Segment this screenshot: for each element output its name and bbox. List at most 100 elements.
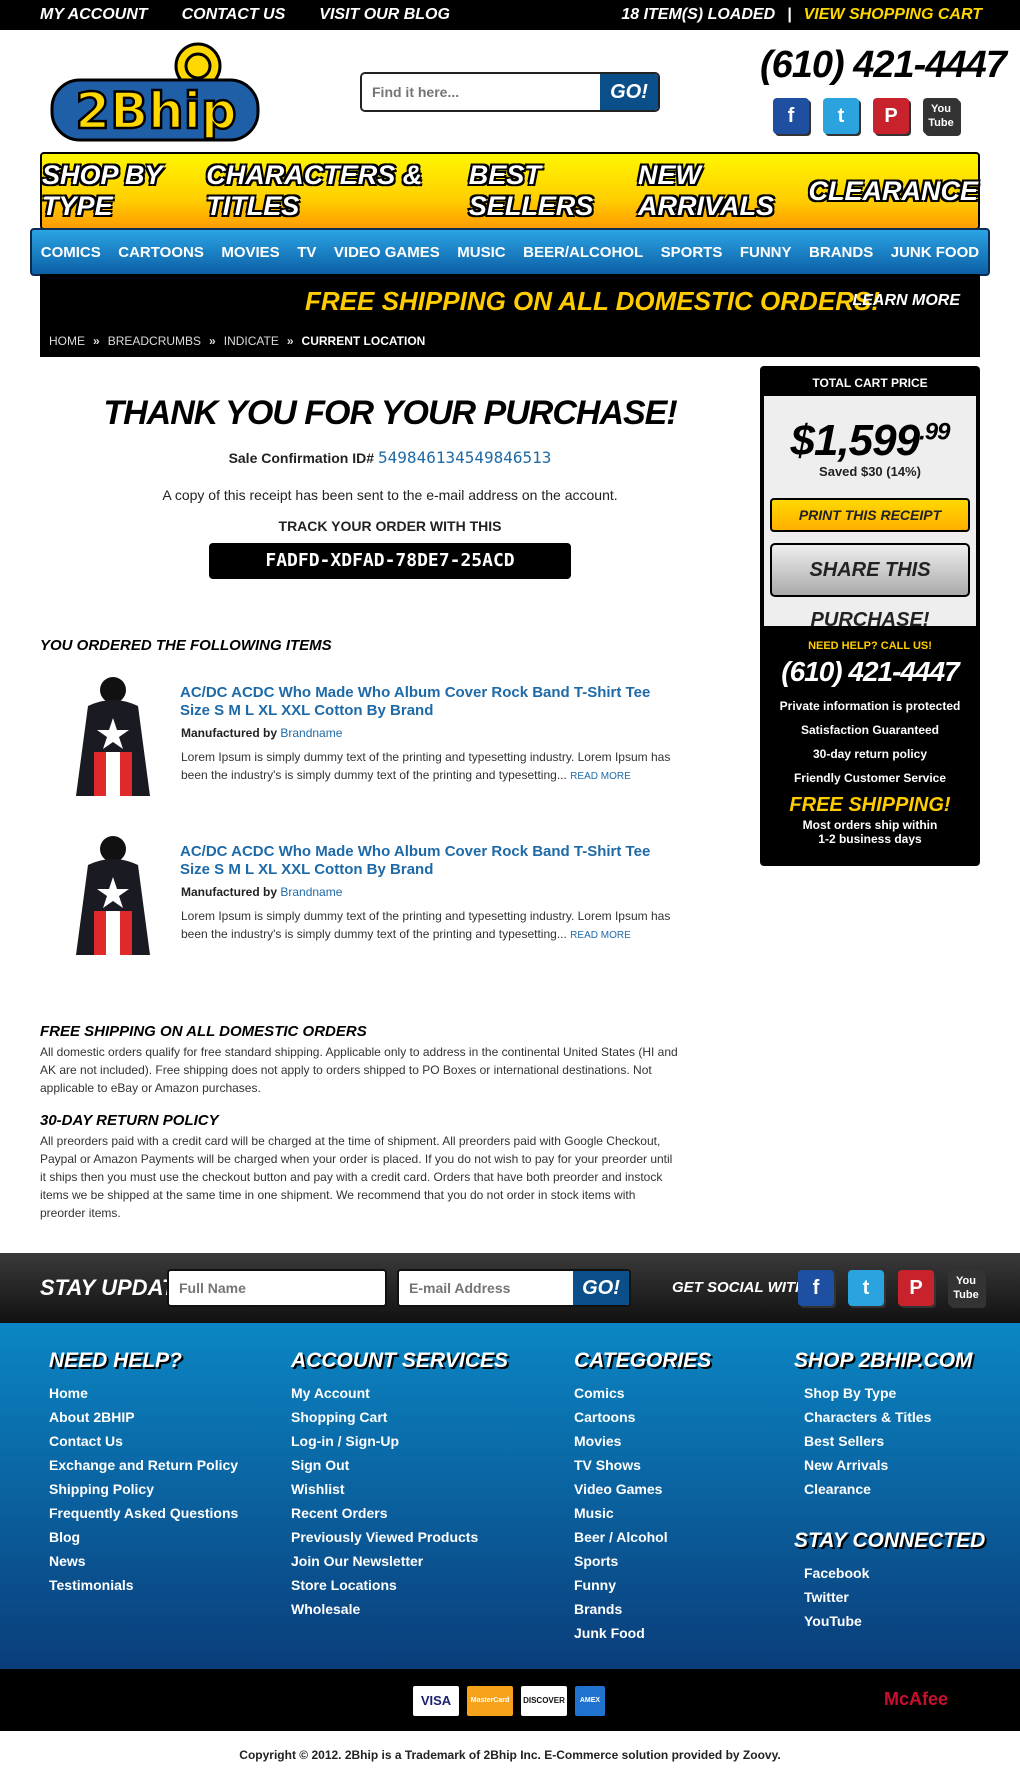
mastercard-icon: MasterCard: [467, 1686, 513, 1716]
read-more-link[interactable]: READ MORE: [570, 930, 631, 941]
visit-blog-link[interactable]: VISIT OUR BLOG: [319, 6, 450, 24]
cat-comics[interactable]: COMICS: [41, 244, 101, 261]
footer-link[interactable]: Comics: [574, 1381, 711, 1405]
print-receipt-button[interactable]: PRINT THIS RECEIPT: [770, 498, 970, 532]
footer-link[interactable]: Wishlist: [291, 1477, 508, 1501]
footer-link[interactable]: Movies: [574, 1429, 711, 1453]
footer-link[interactable]: Join Our Newsletter: [291, 1549, 508, 1573]
footer-link[interactable]: Testimonials: [49, 1573, 238, 1597]
footer-link[interactable]: Store Locations: [291, 1573, 508, 1597]
footer-heading: CATEGORIES: [574, 1349, 712, 1372]
cat-sports[interactable]: SPORTS: [661, 244, 723, 261]
footer-link[interactable]: Shop By Type: [794, 1381, 973, 1405]
footer-link[interactable]: Home: [49, 1381, 238, 1405]
my-account-link[interactable]: MY ACCOUNT: [40, 6, 148, 24]
facebook-icon[interactable]: f: [798, 1270, 834, 1306]
cat-movies[interactable]: MOVIES: [221, 244, 279, 261]
breadcrumb: HOME » BREADCRUMBS » INDICATE » CURRENT LOCATI…: [40, 326, 980, 357]
share-purchase-button[interactable]: SHARE THIS PURCHASE!: [770, 543, 970, 631]
nav-new-arrivals[interactable]: NEW ARRIVALS: [638, 160, 808, 222]
pinterest-icon[interactable]: P: [873, 98, 909, 134]
breadcrumb-home[interactable]: HOME: [49, 334, 85, 348]
footer-link[interactable]: Clearance: [794, 1477, 973, 1501]
footer-link[interactable]: Sports: [574, 1549, 711, 1573]
footer-link[interactable]: Log-in / Sign-Up: [291, 1429, 508, 1453]
product-image[interactable]: [68, 676, 158, 804]
cat-music[interactable]: MUSIC: [457, 244, 505, 261]
footer-link[interactable]: TV Shows: [574, 1453, 711, 1477]
footer-link[interactable]: My Account: [291, 1381, 508, 1405]
search-go-button[interactable]: GO!: [600, 74, 658, 110]
footer-link[interactable]: Facebook: [794, 1561, 985, 1585]
nav-shop-by-type[interactable]: SHOP BY TYPE: [42, 160, 206, 222]
footer-link[interactable]: Exchange and Return Policy: [49, 1453, 238, 1477]
nav-best-sellers[interactable]: BEST SELLERS: [469, 160, 638, 222]
breadcrumb-item[interactable]: BREADCRUMBS: [108, 334, 201, 348]
cat-brands[interactable]: BRANDS: [809, 244, 873, 261]
confirmation-line: Sale Confirmation ID# 549846134549846513: [40, 448, 740, 467]
footer-link[interactable]: Brands: [574, 1597, 711, 1621]
footer-link[interactable]: Frequently Asked Questions: [49, 1501, 238, 1525]
confirmation-id: 549846134549846513: [378, 448, 552, 467]
footer-link[interactable]: News: [49, 1549, 238, 1573]
view-cart-link[interactable]: VIEW SHOPPING CART: [804, 6, 982, 24]
cat-beer-alcohol[interactable]: BEER/ALCOHOL: [523, 244, 643, 261]
youtube-icon[interactable]: You Tube: [923, 98, 959, 134]
nav-clearance[interactable]: CLEARANCE: [808, 176, 978, 207]
logo[interactable]: 2Bhip: [48, 40, 266, 144]
learn-more-link[interactable]: LEARN MORE: [852, 292, 960, 310]
facebook-icon[interactable]: f: [773, 98, 809, 134]
footer-link[interactable]: Twitter: [794, 1585, 985, 1609]
contact-us-link[interactable]: CONTACT US: [182, 6, 286, 24]
cat-funny[interactable]: FUNNY: [740, 244, 792, 261]
footer-link[interactable]: Shopping Cart: [291, 1405, 508, 1429]
product-title-link[interactable]: AC/DC ACDC Who Made Who Album Cover Rock…: [180, 843, 680, 879]
search-input[interactable]: [362, 74, 600, 110]
brand-link[interactable]: Brandname: [280, 726, 342, 740]
footer-link[interactable]: Cartoons: [574, 1405, 711, 1429]
search-box: GO!: [360, 72, 660, 112]
nav-characters-titles[interactable]: CHARACTERS & TITLES: [206, 160, 469, 222]
feature-item: Friendly Customer Service: [793, 771, 947, 785]
cat-video-games[interactable]: VIDEO GAMES: [334, 244, 440, 261]
footer-link[interactable]: Blog: [49, 1525, 238, 1549]
pinterest-icon[interactable]: P: [898, 1270, 934, 1306]
cat-cartoons[interactable]: CARTOONS: [118, 244, 204, 261]
cat-tv[interactable]: TV: [297, 244, 316, 261]
cart-total-heading: TOTAL CART PRICE: [812, 376, 928, 390]
breadcrumb-item[interactable]: INDICATE: [224, 334, 279, 348]
twitter-icon[interactable]: t: [848, 1270, 884, 1306]
read-more-link[interactable]: READ MORE: [570, 771, 631, 782]
footer-link[interactable]: YouTube: [794, 1609, 985, 1633]
free-shipping-note: Most orders ship within 1-2 business days: [760, 818, 980, 846]
help-phone: (610) 421-4447: [781, 656, 959, 687]
footer-col-shop: SHOP 2BHIP.COM Shop By Type Characters &…: [794, 1349, 973, 1501]
footer-link[interactable]: Music: [574, 1501, 711, 1525]
footer-link[interactable]: Sign Out: [291, 1453, 508, 1477]
footer-link[interactable]: Recent Orders: [291, 1501, 508, 1525]
footer-link[interactable]: About 2BHIP: [49, 1405, 238, 1429]
footer-link[interactable]: New Arrivals: [794, 1453, 973, 1477]
footer-link[interactable]: Characters & Titles: [794, 1405, 973, 1429]
newsletter-bar: STAY UPDATED! GO! GET SOCIAL WITH US! f …: [0, 1253, 1020, 1323]
newsletter-go-button[interactable]: GO!: [573, 1271, 629, 1305]
youtube-icon[interactable]: You Tube: [948, 1270, 984, 1306]
product-image[interactable]: [68, 835, 158, 963]
footer-link[interactable]: Best Sellers: [794, 1429, 973, 1453]
footer-link[interactable]: Junk Food: [574, 1621, 711, 1645]
footer-link[interactable]: Funny: [574, 1573, 711, 1597]
twitter-icon[interactable]: t: [823, 98, 859, 134]
cart-summary: TOTAL CART PRICE $1,599.99 Saved $30 (14…: [760, 366, 980, 866]
track-label: TRACK YOUR ORDER WITH THIS: [278, 518, 502, 534]
footer-link[interactable]: Beer / Alcohol: [574, 1525, 711, 1549]
email-input[interactable]: [399, 1271, 571, 1305]
full-name-input[interactable]: [169, 1271, 385, 1305]
footer-link[interactable]: Video Games: [574, 1477, 711, 1501]
footer-link[interactable]: Shipping Policy: [49, 1477, 238, 1501]
footer-link[interactable]: Wholesale: [291, 1597, 508, 1621]
product-title-link[interactable]: AC/DC ACDC Who Made Who Album Cover Rock…: [180, 684, 680, 720]
brand-link[interactable]: Brandname: [280, 885, 342, 899]
footer-link[interactable]: Previously Viewed Products: [291, 1525, 508, 1549]
footer-link[interactable]: Contact Us: [49, 1429, 238, 1453]
cat-junk-food[interactable]: JUNK FOOD: [891, 244, 979, 261]
